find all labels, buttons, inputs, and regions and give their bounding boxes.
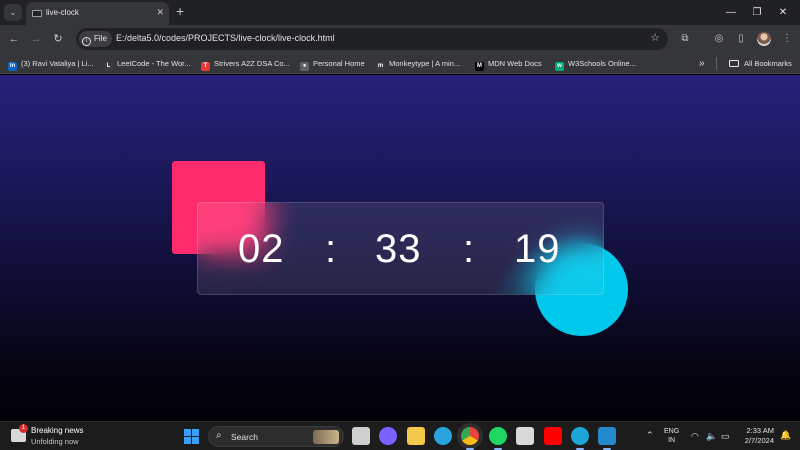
bookmark-label: W3Schools Online... xyxy=(568,59,636,68)
language-code: ENG xyxy=(664,428,680,435)
restore-button[interactable]: ❐ xyxy=(744,4,770,21)
all-bookmarks-label: All Bookmarks xyxy=(744,59,792,68)
back-button[interactable]: ← xyxy=(6,31,22,47)
bookmarks-bar: » All Bookmarks in (3) Ravi Vataliya | Li… xyxy=(0,53,800,74)
meet-icon[interactable] xyxy=(379,427,397,445)
windows-logo-pane xyxy=(192,437,199,444)
bookmark-label: Personal Home xyxy=(313,59,365,68)
windows-logo-pane xyxy=(184,437,191,444)
notification-bell-icon[interactable]: 🔔 xyxy=(780,430,791,441)
bookmark-label: LeetCode - The Wor... xyxy=(117,59,191,68)
edge-icon[interactable] xyxy=(571,427,589,445)
bookmarks-divider xyxy=(716,57,717,70)
system-date: 2/7/2024 xyxy=(744,436,774,445)
tab-strip: ⌄ live-clock ✕ + — ❐ ✕ xyxy=(0,0,800,25)
windows-logo-icon xyxy=(184,429,191,436)
person-icon: ● xyxy=(300,62,309,71)
bookmark-leetcode[interactable]: L LeetCode - The Wor... xyxy=(104,57,191,71)
bookmark-w3schools[interactable]: w W3Schools Online... xyxy=(555,57,636,71)
news-subtitle: Unfolding now xyxy=(31,437,79,446)
new-tab-button[interactable]: + xyxy=(176,3,184,20)
telegram-icon[interactable] xyxy=(434,427,452,445)
bookmarks-overflow-button[interactable]: » xyxy=(699,57,705,70)
taskview-icon[interactable] xyxy=(352,427,370,445)
page-favicon-icon xyxy=(32,10,42,17)
menu-kebab-icon[interactable]: ⋮ xyxy=(779,31,795,47)
tab-search-button[interactable]: ⌄ xyxy=(4,4,22,21)
minimize-button[interactable]: — xyxy=(718,4,744,21)
bookmark-label: Strivers A2Z DSA Co... xyxy=(214,59,290,68)
all-bookmarks-button[interactable]: All Bookmarks xyxy=(729,57,792,70)
taskbar-search[interactable]: ⌕ Search xyxy=(208,426,344,447)
clock-separator-2: : xyxy=(463,227,475,271)
tuf-icon: T xyxy=(201,62,210,71)
reload-button[interactable]: ↻ xyxy=(50,31,66,47)
news-badge: 1 xyxy=(19,424,28,433)
wifi-icon[interactable]: ◠ xyxy=(691,431,699,442)
search-icon: ⌕ xyxy=(216,430,222,441)
youtube-icon[interactable] xyxy=(544,427,562,445)
extensions-icon[interactable]: ⧉ xyxy=(677,31,693,47)
bookmark-label: MDN Web Docs xyxy=(488,59,542,68)
info-icon: i xyxy=(82,37,91,46)
leetcode-icon: L xyxy=(104,62,113,71)
tab-close-icon[interactable]: ✕ xyxy=(156,7,164,18)
browser-toolbar: ← → ↻ i File E:/delta5.0/codes/PROJECTS/l… xyxy=(0,25,800,53)
news-title: Breaking news xyxy=(31,426,84,435)
monkeytype-icon: m xyxy=(376,62,385,71)
performance-icon[interactable]: ◎ xyxy=(711,31,727,47)
side-panel-icon[interactable]: ▯ xyxy=(733,31,749,47)
spotify-icon[interactable] xyxy=(489,427,507,445)
tab-live-clock[interactable]: live-clock ✕ xyxy=(26,2,169,25)
store-icon[interactable] xyxy=(516,427,534,445)
bookmark-star-icon[interactable]: ☆ xyxy=(650,31,660,44)
mdn-icon: M xyxy=(475,62,484,71)
system-time: 2:33 AM xyxy=(746,426,774,435)
search-label: Search xyxy=(231,432,258,442)
windows-taskbar: 1 Breaking news Unfolding now ⌕ Search ⌃… xyxy=(0,421,800,450)
clock-separator-1: : xyxy=(325,227,337,271)
language-indicator[interactable]: ENG IN xyxy=(664,427,679,445)
bookmark-mdn[interactable]: M MDN Web Docs xyxy=(475,57,542,71)
chevron-up-icon[interactable]: ⌃ xyxy=(646,430,654,441)
page-viewport: 02 : 33 : 19 xyxy=(0,75,800,421)
bookmark-tuf[interactable]: T Strivers A2Z DSA Co... xyxy=(201,57,290,71)
folder-icon xyxy=(729,60,739,67)
chevron-down-icon: ⌄ xyxy=(9,8,17,17)
forward-button[interactable]: → xyxy=(28,31,44,47)
close-window-button[interactable]: ✕ xyxy=(770,4,796,21)
linkedin-icon: in xyxy=(8,62,17,71)
start-button[interactable] xyxy=(184,429,199,444)
site-info-chip[interactable]: i File xyxy=(79,31,112,47)
battery-icon[interactable]: ▭ xyxy=(721,431,730,442)
profile-avatar[interactable] xyxy=(757,32,771,46)
live-clock: 02 : 33 : 19 xyxy=(198,203,603,294)
vscode-icon[interactable] xyxy=(598,427,616,445)
file-explorer-icon[interactable] xyxy=(407,427,425,445)
url-text[interactable]: E:/delta5.0/codes/PROJECTS/live-clock/li… xyxy=(116,33,335,43)
system-clock[interactable]: 2:33 AM 2/7/2024 xyxy=(742,426,774,446)
volume-muted-icon[interactable]: 🔈 xyxy=(706,431,717,442)
language-region: IN xyxy=(668,437,676,444)
clock-card: 02 : 33 : 19 xyxy=(197,202,604,295)
clock-minutes: 33 xyxy=(375,227,422,271)
address-bar[interactable]: i File E:/delta5.0/codes/PROJECTS/live-cl… xyxy=(76,28,668,50)
clock-hours: 02 xyxy=(238,227,285,271)
site-chip-label: File xyxy=(94,34,107,43)
bookmark-label: Monkeytype | A min... xyxy=(389,59,461,68)
bookmark-label: (3) Ravi Vataliya | Li... xyxy=(21,59,94,68)
tab-title: live-clock xyxy=(46,8,79,17)
bookmark-monkeytype[interactable]: m Monkeytype | A min... xyxy=(376,57,461,71)
windows-logo-pane xyxy=(192,429,199,436)
w3schools-icon: w xyxy=(555,62,564,71)
bookmark-linkedin[interactable]: in (3) Ravi Vataliya | Li... xyxy=(8,57,94,71)
search-highlight-image xyxy=(313,430,339,444)
clock-seconds: 19 xyxy=(514,227,561,271)
chrome-icon[interactable] xyxy=(461,427,479,445)
bookmark-person[interactable]: ● Personal Home xyxy=(300,57,365,71)
